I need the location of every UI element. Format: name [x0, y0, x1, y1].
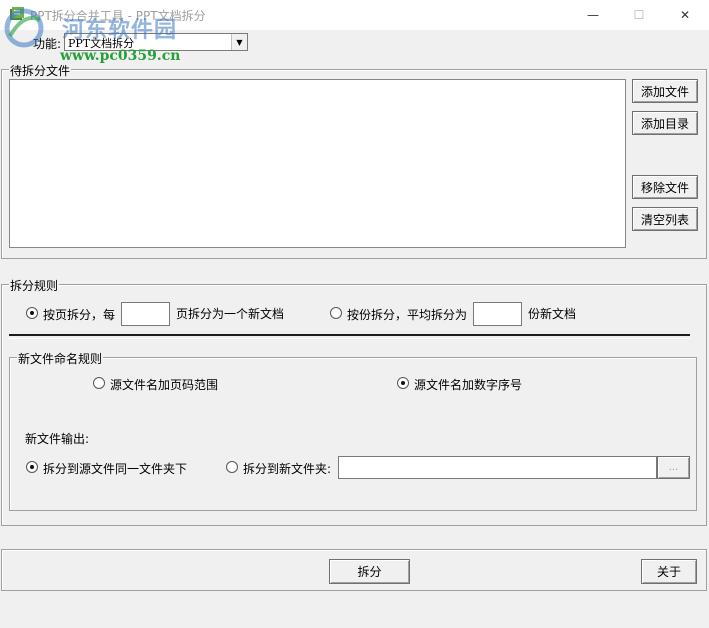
add-file-button[interactable]: 添加文件 [632, 79, 698, 103]
naming-number-seq-label[interactable]: 源文件名加数字序号 [414, 376, 522, 393]
split-by-count-radio[interactable] [330, 307, 342, 319]
output-label: 新文件输出: [25, 432, 90, 446]
split-rules-label: 拆分规则 [9, 277, 60, 294]
pages-per-file-input[interactable] [121, 302, 170, 326]
split-by-count-suffix: 份新文档 [528, 307, 577, 321]
maximize-icon: ☐ [633, 8, 645, 22]
output-folder-input[interactable] [338, 456, 657, 479]
split-button[interactable]: 拆分 [329, 559, 410, 584]
split-by-page-suffix: 页拆分为一个新文档 [176, 307, 285, 321]
file-list[interactable] [9, 79, 626, 248]
minimize-icon: — [587, 8, 599, 22]
divider [9, 334, 690, 339]
remove-file-button[interactable]: 移除文件 [632, 175, 698, 199]
naming-page-range-label[interactable]: 源文件名加页码范围 [110, 376, 218, 393]
maximize-button[interactable]: ☐ [616, 0, 662, 30]
close-icon: ✕ [679, 8, 691, 22]
split-by-page-label[interactable]: 按页拆分，每 [43, 306, 115, 323]
add-directory-button[interactable]: 添加目录 [632, 111, 698, 135]
output-same-folder-label[interactable]: 拆分到源文件同一文件夹下 [43, 460, 187, 477]
browse-folder-button[interactable]: ... [657, 456, 690, 479]
naming-rules-label: 新文件命名规则 [17, 350, 104, 367]
watermark-name: 河东软件园 [62, 17, 178, 43]
output-new-folder-label[interactable]: 拆分到新文件夹: [243, 460, 331, 477]
output-same-folder-radio[interactable] [26, 461, 38, 473]
naming-page-range-radio[interactable] [93, 377, 105, 389]
clear-list-button[interactable]: 清空列表 [632, 207, 698, 231]
split-by-page-radio[interactable] [26, 307, 38, 319]
watermark-logo-icon [4, 8, 44, 48]
chevron-down-icon[interactable]: ▼ [231, 34, 247, 50]
split-by-count-label[interactable]: 按份拆分，平均拆分为 [347, 306, 467, 323]
output-new-folder-radio[interactable] [226, 461, 238, 473]
naming-number-seq-radio[interactable] [397, 377, 409, 389]
about-button[interactable]: 关于 [641, 559, 697, 584]
close-button[interactable]: ✕ [662, 0, 708, 30]
files-group-label: 待拆分文件 [9, 62, 72, 79]
minimize-button[interactable]: — [570, 0, 616, 30]
split-count-input[interactable] [473, 302, 522, 326]
watermark-url: www.pc0359.cn [60, 48, 181, 64]
